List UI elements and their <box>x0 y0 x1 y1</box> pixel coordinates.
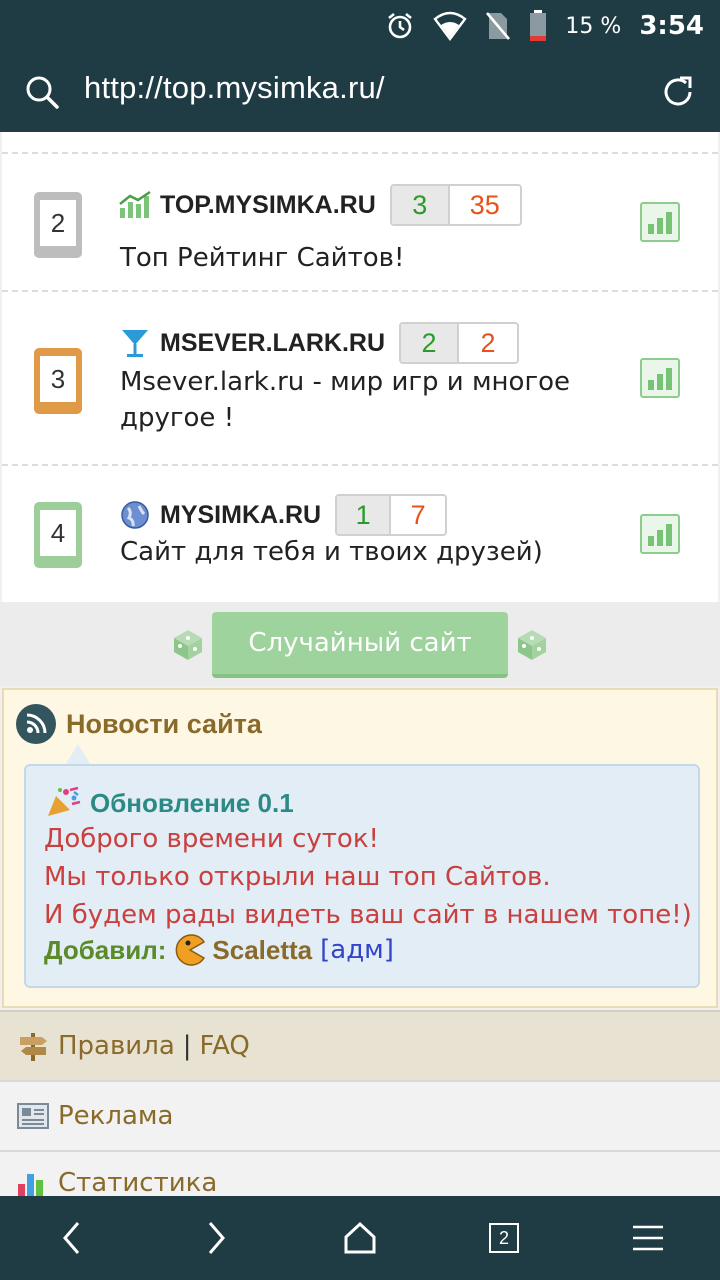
ads-link[interactable]: Реклама <box>58 1101 173 1131</box>
rss-icon <box>16 704 56 744</box>
battery-percent: 15 % <box>565 13 622 39</box>
reload-icon[interactable] <box>660 74 696 114</box>
signpost-icon <box>16 1029 50 1063</box>
news-text-line: Мы только открыли наш топ Сайтов. <box>44 862 551 892</box>
news-section: Новости сайта Обновление 0.1 Доброго вре… <box>2 688 718 1008</box>
rank-badge: 2 <box>34 192 82 258</box>
back-icon[interactable] <box>22 1196 122 1280</box>
bar-chart-icon <box>16 1168 50 1198</box>
clock: 3:54 <box>639 11 704 41</box>
stats-link[interactable]: Статистика <box>58 1168 217 1198</box>
rules-faq-row: Правила | FAQ <box>0 1010 720 1080</box>
wifi-icon <box>433 11 468 41</box>
site-description: Топ Рейтинг Сайтов! <box>120 243 405 273</box>
author-name[interactable]: Scaletta <box>212 935 312 966</box>
status-bar: 15 % 3:54 <box>0 0 720 52</box>
statistics-button[interactable] <box>640 358 680 398</box>
list-item[interactable]: 2 TOP.MYSIMKA.RU 3 35 Топ Рейтинг Сайтов… <box>2 152 718 290</box>
battery-icon <box>529 10 547 42</box>
in-count: 3 <box>391 186 450 224</box>
url-field[interactable]: http://top.mysimka.ru/ <box>84 70 385 106</box>
newspaper-icon <box>16 1101 50 1131</box>
news-heading[interactable]: Новости сайта <box>66 709 262 740</box>
tabs-button[interactable]: 2 <box>454 1196 554 1280</box>
browser-bottom-nav: 2 <box>0 1196 720 1280</box>
author-role: [адм] <box>320 935 394 965</box>
statistics-button[interactable] <box>640 202 680 242</box>
news-header: Новости сайта <box>16 704 262 744</box>
dice-icon <box>514 628 550 666</box>
tabs-count: 2 <box>489 1223 519 1253</box>
news-item: Обновление 0.1 Доброго времени суток! Мы… <box>24 744 700 988</box>
forward-icon[interactable] <box>166 1196 266 1280</box>
in-count: 2 <box>401 324 460 362</box>
out-count: 7 <box>391 496 446 534</box>
rank-badge: 3 <box>34 348 82 414</box>
no-sim-icon <box>485 11 511 41</box>
alarm-icon <box>385 11 415 41</box>
cocktail-icon <box>118 326 152 360</box>
site-description: Msever.lark.ru - мир игр и многое другое… <box>120 367 571 433</box>
rank-badge: 4 <box>34 502 82 568</box>
list-item[interactable]: 4 MYSIMKA.RU 1 7 Сайт для тебя и твоих д… <box>2 464 718 602</box>
site-link[interactable]: TOP.MYSIMKA.RU <box>160 191 376 220</box>
site-rating-list: 2 TOP.MYSIMKA.RU 3 35 Топ Рейтинг Сайтов… <box>2 132 718 602</box>
out-count: 2 <box>459 324 518 362</box>
statistics-button[interactable] <box>640 514 680 554</box>
address-bar: http://top.mysimka.ru/ <box>0 52 720 132</box>
pacman-avatar-icon <box>174 934 206 966</box>
rules-link[interactable]: Правила <box>58 1031 175 1061</box>
random-site-button[interactable]: Случайный сайт <box>212 612 508 678</box>
home-icon[interactable] <box>310 1196 410 1280</box>
party-icon <box>44 786 82 820</box>
news-text-line: Доброго времени суток! <box>44 824 379 854</box>
in-count: 1 <box>337 496 392 534</box>
site-link[interactable]: MYSIMKA.RU <box>160 501 321 530</box>
globe-icon <box>118 498 152 532</box>
hit-counter: 3 35 <box>389 184 522 226</box>
chart-up-icon <box>118 188 152 222</box>
status-icons: 15 % 3:54 <box>385 0 704 52</box>
hit-counter: 1 7 <box>335 494 448 536</box>
dice-icon <box>170 628 206 666</box>
news-author: Добавил: Scaletta [адм] <box>44 934 394 966</box>
ads-row[interactable]: Реклама <box>0 1080 720 1150</box>
list-item[interactable]: 3 MSEVER.LARK.RU 2 2 Msever.lark.ru - ми… <box>2 290 718 464</box>
search-icon[interactable] <box>24 74 60 114</box>
faq-link[interactable]: FAQ <box>200 1031 250 1061</box>
random-site-area: Случайный сайт <box>0 602 720 686</box>
site-link[interactable]: MSEVER.LARK.RU <box>160 329 385 358</box>
news-text-line: И будем рады видеть ваш сайт в нашем топ… <box>44 900 692 930</box>
site-description: Сайт для тебя и твоих друзей) <box>120 537 543 567</box>
news-title[interactable]: Обновление 0.1 <box>90 788 294 819</box>
out-count: 35 <box>449 186 520 224</box>
hit-counter: 2 2 <box>399 322 520 364</box>
menu-icon[interactable] <box>598 1196 698 1280</box>
